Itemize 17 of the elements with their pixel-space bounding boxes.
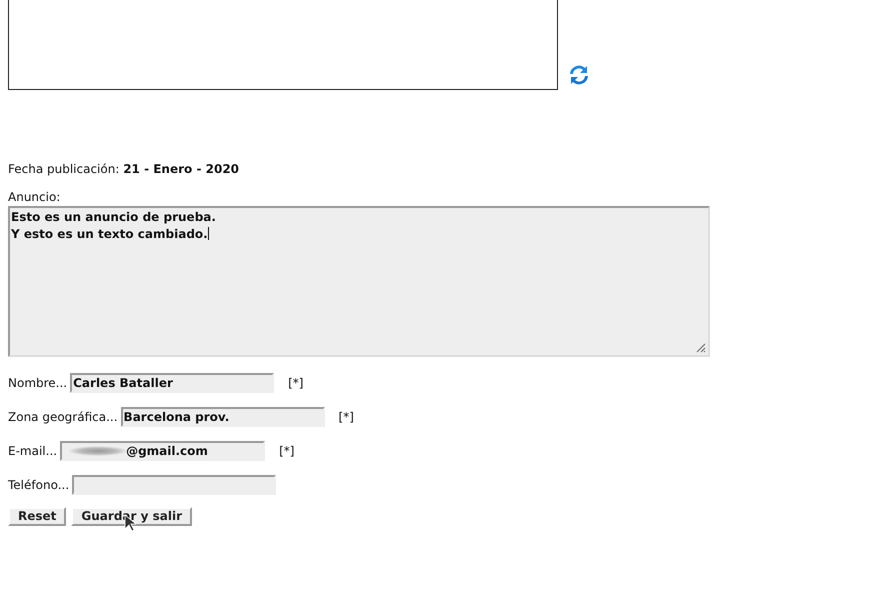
field-label: Nombre...: [8, 376, 68, 390]
resize-grip-icon[interactable]: [694, 341, 706, 353]
field-label: E-mail...: [8, 444, 58, 458]
field-label: Teléfono...: [8, 478, 70, 492]
save-button[interactable]: Guardar y salir: [71, 507, 192, 526]
publication-date: Fecha publicación: 21 - Enero - 2020: [8, 162, 240, 176]
text-field[interactable]: [72, 475, 276, 495]
required-marker: [*]: [338, 410, 354, 424]
reset-button[interactable]: Reset: [8, 507, 66, 526]
announcement-textarea[interactable]: Esto es un anuncio de prueba. Y esto es un texto cambiado.: [8, 206, 710, 357]
required-marker: [*]: [279, 444, 294, 458]
text-field[interactable]: @gmail.com: [60, 441, 266, 461]
announcement-label: Anuncio:: [8, 190, 62, 204]
required-marker: [*]: [288, 376, 304, 390]
field-label: Zona geográfica...: [8, 410, 118, 424]
text-field[interactable]: Carles Bataller: [70, 373, 274, 393]
text-field[interactable]: Barcelona prov.: [120, 407, 325, 427]
